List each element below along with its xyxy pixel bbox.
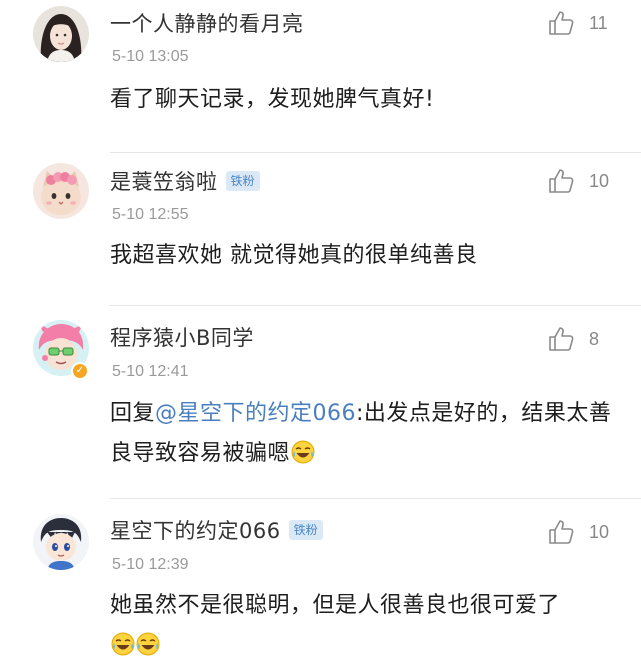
fan-badge: 铁粉 <box>288 520 323 540</box>
girl-portrait-avatar-icon <box>33 6 89 62</box>
thumbs-up-icon <box>549 169 574 193</box>
like-count: 11 <box>589 12 608 33</box>
thumbs-up-icon <box>549 520 574 544</box>
fan-badge: 铁粉 <box>225 171 260 191</box>
comment-item: ✓ 程序猿小B同学 5-10 12:41 回复@星空下的约定066:出发点是好的… <box>0 306 641 499</box>
like-count: 10 <box>589 521 610 542</box>
mention-link[interactable]: @星空下的约定066 <box>155 401 356 426</box>
comment-text: 看了聊天记录，发现她脾气真好! <box>110 80 620 120</box>
verified-badge-icon: ✓ <box>71 362 89 380</box>
username[interactable]: 一个人静静的看月亮 <box>110 8 304 38</box>
like-button[interactable]: 10 <box>547 167 611 195</box>
avatar[interactable] <box>33 163 89 219</box>
laugh-cry-emoji-icon <box>111 632 135 656</box>
username[interactable]: 程序猿小B同学 <box>110 322 254 352</box>
comment-text: 回复@星空下的约定066:出发点是好的，结果太善良导致容易被骗嗯 <box>110 394 620 474</box>
like-button[interactable]: 11 <box>547 9 611 37</box>
thumbs-up-icon <box>549 327 574 351</box>
cat-avatar-icon <box>33 163 89 219</box>
comment-item: 星空下的约定066 铁粉 5-10 12:39 她虽然不是很聪明，但是人很善良也… <box>0 499 641 658</box>
laugh-cry-emoji-icon <box>291 440 315 464</box>
username[interactable]: 是蓑笠翁啦 <box>110 166 218 196</box>
timestamp: 5-10 12:39 <box>112 556 189 573</box>
comment-body: 看了聊天记录，发现她脾气真好! <box>110 87 435 112</box>
like-count: 10 <box>589 170 610 191</box>
avatar[interactable] <box>33 6 89 62</box>
like-button[interactable]: 10 <box>547 518 611 546</box>
timestamp: 5-10 12:41 <box>112 363 189 380</box>
comment-body: 我超喜欢她 就觉得她真的很单纯善良 <box>110 243 478 268</box>
comment-item: 一个人静静的看月亮 5-10 13:05 看了聊天记录，发现她脾气真好! 11 <box>0 0 641 153</box>
comment-body: 她虽然不是很聪明，但是人很善良也很可爱了 <box>110 593 561 618</box>
like-count: 8 <box>589 328 600 349</box>
thumbs-up-icon <box>549 11 574 35</box>
timestamp: 5-10 13:05 <box>112 48 189 65</box>
comment-item: 是蓑笠翁啦 铁粉 5-10 12:55 我超喜欢她 就觉得她真的很单纯善良 10 <box>0 153 641 306</box>
username[interactable]: 星空下的约定066 <box>110 515 281 545</box>
comment-text: 我超喜欢她 就觉得她真的很单纯善良 <box>110 236 620 276</box>
like-button[interactable]: 8 <box>547 325 611 353</box>
laugh-cry-emoji-icon <box>136 632 160 656</box>
anime-boy-avatar-icon <box>33 514 89 570</box>
timestamp: 5-10 12:55 <box>112 206 189 223</box>
comment-text: 她虽然不是很聪明，但是人很善良也很可爱了 <box>110 586 620 666</box>
reply-prefix: 回复 <box>110 401 156 426</box>
avatar[interactable] <box>33 514 89 570</box>
